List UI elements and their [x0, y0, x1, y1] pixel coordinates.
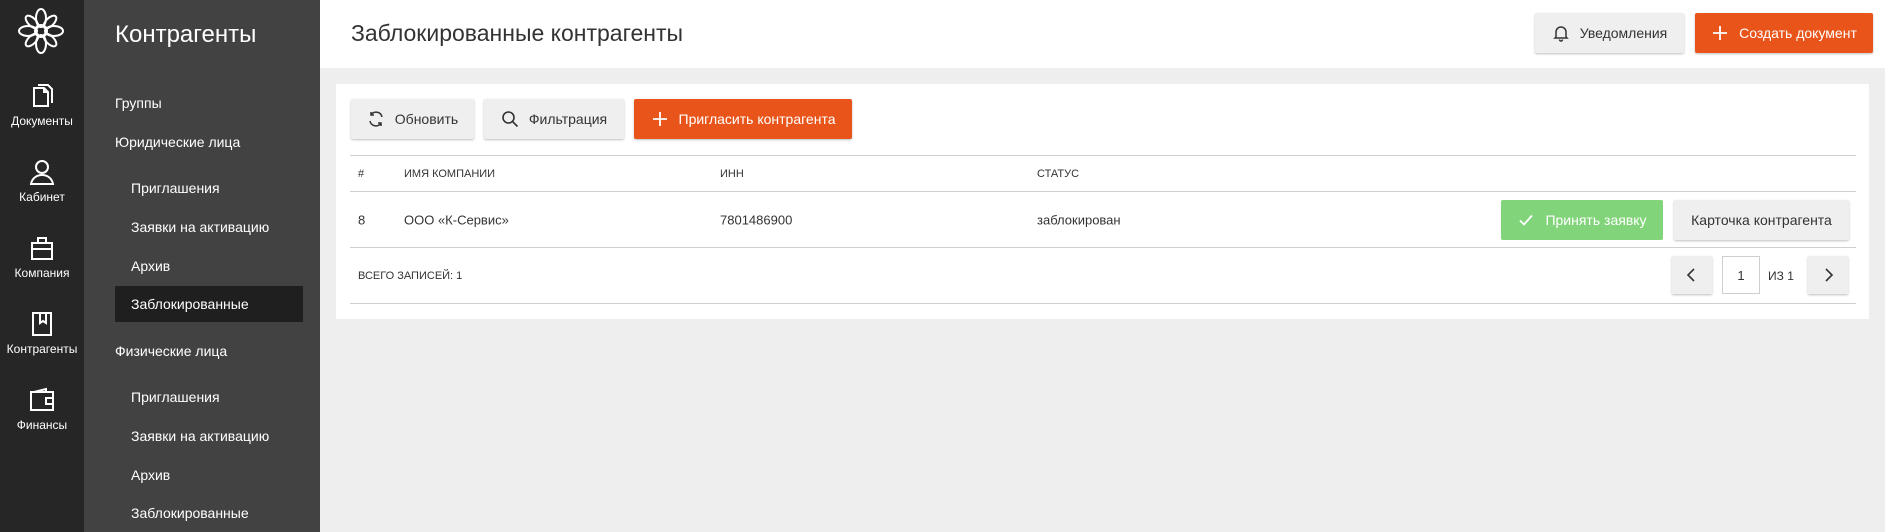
table-row: 8 ООО «К-Сервис» 7801486900 заблокирован… — [350, 192, 1856, 248]
plus-icon — [651, 110, 669, 128]
subnav-item-individuals[interactable]: Физические лица — [115, 333, 227, 369]
subnav-item-legal-entities[interactable]: Юридические лица — [115, 124, 240, 160]
column-header-company: ИМЯ КОМПАНИИ — [404, 167, 496, 180]
accept-request-label: Принять заявку — [1545, 212, 1647, 228]
prev-page-button[interactable] — [1672, 256, 1712, 294]
page-title: Заблокированные контрагенты — [351, 20, 684, 46]
subnav-item-individual-activation-requests[interactable]: Заявки на активацию — [131, 418, 269, 454]
documents-icon — [33, 84, 53, 107]
subnav-item-individual-archive[interactable]: Архив — [131, 457, 170, 493]
create-document-label: Создать документ — [1739, 25, 1857, 41]
plus-icon — [1711, 24, 1729, 42]
rail-label-company: Компания — [14, 266, 70, 280]
bookmark-book-icon — [32, 312, 52, 336]
column-header-status: СТАТУС — [1037, 167, 1080, 180]
accept-request-button[interactable]: Принять заявку — [1501, 200, 1663, 240]
filter-button[interactable]: Фильтрация — [484, 99, 624, 139]
contractors-table: # ИМЯ КОМПАНИИ ИНН СТАТУС 8 ООО «К-Серви… — [350, 155, 1856, 304]
rail-item-cabinet[interactable]: Кабинет — [0, 158, 84, 222]
search-icon — [501, 110, 519, 128]
refresh-icon — [367, 110, 385, 128]
notifications-button[interactable]: Уведомления — [1535, 13, 1684, 53]
row-company-name: ООО «К-Сервис» — [404, 212, 509, 227]
subnav-item-legal-activation-requests[interactable]: Заявки на активацию — [131, 209, 269, 245]
rail-label-finance: Финансы — [16, 418, 68, 432]
rail-label-documents: Документы — [11, 114, 73, 128]
next-page-button[interactable] — [1808, 256, 1848, 294]
rail-item-documents[interactable]: Документы — [0, 82, 84, 146]
table-header-row: # ИМЯ КОМПАНИИ ИНН СТАТУС — [350, 155, 1856, 192]
notifications-label: Уведомления — [1579, 25, 1668, 41]
create-document-button[interactable]: Создать документ — [1695, 13, 1873, 53]
contractor-card-button[interactable]: Карточка контрагента — [1674, 200, 1849, 240]
page-number-input[interactable] — [1722, 256, 1760, 294]
rail-label-contractors: Контрагенты — [6, 342, 78, 356]
contractors-card: Обновить Фильтрация Пригласить контраген… — [336, 84, 1869, 319]
subnav-item-groups[interactable]: Группы — [115, 85, 162, 121]
rail-item-contractors[interactable]: Контрагенты — [0, 310, 84, 374]
invite-contractor-button[interactable]: Пригласить контрагента — [634, 99, 852, 139]
row-inn: 7801486900 — [720, 212, 793, 227]
subnav-title: Контрагенты — [115, 21, 257, 48]
app-rail: Документы Кабинет Компания Контрагенты Ф… — [0, 0, 84, 532]
chevron-right-icon — [1825, 268, 1834, 282]
column-header-inn: ИНН — [720, 167, 744, 180]
subnav-item-legal-blocked[interactable]: Заблокированные — [115, 286, 303, 322]
subnav-item-individual-invitations[interactable]: Приглашения — [131, 379, 220, 415]
total-records: ВСЕГО ЗАПИСЕЙ: 1 — [358, 269, 463, 282]
refresh-button[interactable]: Обновить — [351, 99, 474, 139]
subnav-item-legal-archive[interactable]: Архив — [131, 248, 170, 284]
filter-label: Фильтрация — [528, 111, 608, 127]
row-number: 8 — [358, 212, 366, 227]
page-header: Заблокированные контрагенты Уведомления … — [320, 0, 1885, 68]
contractor-card-label: Карточка контрагента — [1691, 212, 1832, 228]
check-icon — [1517, 211, 1535, 229]
rail-item-company[interactable]: Компания — [0, 234, 84, 298]
rail-label-cabinet: Кабинет — [19, 190, 65, 204]
rail-item-finance[interactable]: Финансы — [0, 386, 84, 450]
user-icon — [29, 160, 55, 185]
table-footer-row: ВСЕГО ЗАПИСЕЙ: 1 ИЗ 1 — [350, 248, 1856, 304]
row-status: заблокирован — [1037, 212, 1121, 227]
refresh-label: Обновить — [394, 111, 459, 127]
chevron-left-icon — [1686, 268, 1695, 282]
logo-icon[interactable] — [18, 8, 64, 54]
briefcase-icon — [31, 237, 53, 260]
contractors-subnav: Контрагенты Группы Юридические лица Приг… — [84, 0, 320, 532]
page-of-label: ИЗ 1 — [1768, 268, 1794, 283]
column-header-number: # — [358, 167, 365, 180]
wallet-icon — [30, 387, 54, 411]
bell-icon — [1552, 24, 1570, 42]
subnav-item-legal-invitations[interactable]: Приглашения — [131, 170, 220, 206]
invite-contractor-label: Пригласить контрагента — [678, 111, 836, 127]
subnav-item-individual-blocked[interactable]: Заблокированные — [131, 495, 249, 531]
